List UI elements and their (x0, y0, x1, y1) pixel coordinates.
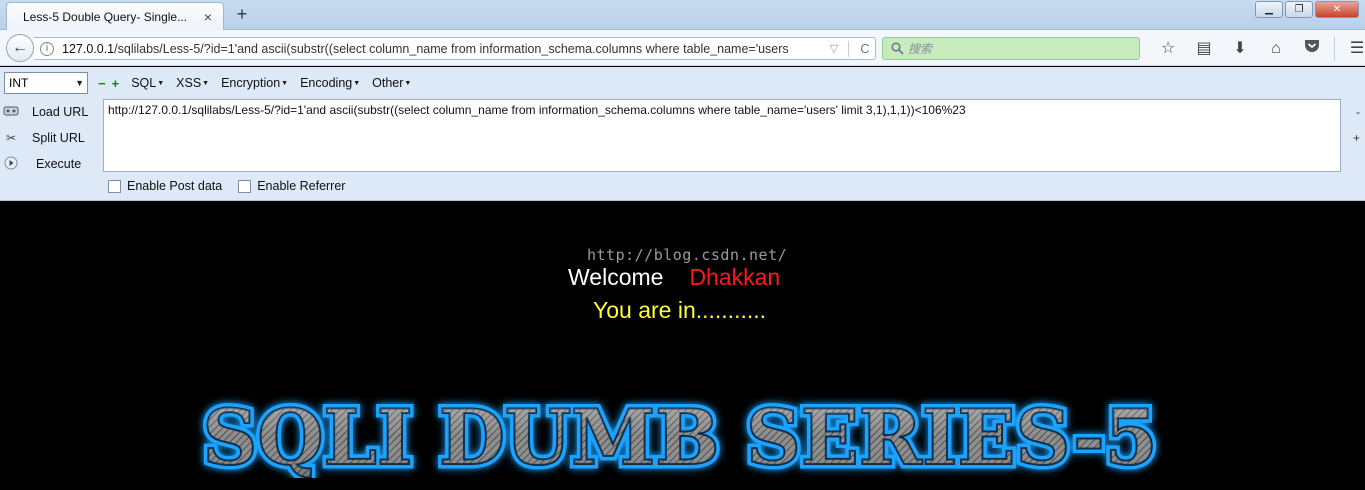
pocket-icon[interactable] (1294, 36, 1330, 62)
url-separator (848, 40, 849, 57)
expand-textarea-button[interactable]: + (1353, 131, 1360, 145)
load-url-icon (0, 105, 22, 120)
restore-button[interactable]: ❐ (1285, 1, 1313, 18)
search-bar[interactable]: 搜索 (882, 37, 1140, 60)
caret-icon: ▼ (281, 80, 289, 88)
increase-icon[interactable]: + (112, 76, 120, 91)
tab-strip: Less-5 Double Query- Single... × + ▁ ❐ ✕ (0, 0, 1365, 30)
tab-title: Less-5 Double Query- Single... (23, 9, 188, 24)
user-name: Dhakkan (689, 264, 781, 290)
decrease-icon[interactable]: − (98, 76, 106, 91)
referrer-box[interactable] (238, 179, 252, 193)
tab-less-5[interactable]: Less-5 Double Query- Single... × (6, 2, 224, 30)
site-info-icon[interactable]: i (40, 41, 54, 56)
referrer-label: Enable Referrer (257, 179, 346, 193)
menu-other[interactable]: Other▼ (372, 76, 411, 90)
minimize-button[interactable]: ▁ (1255, 1, 1283, 18)
banner-image: SQLI DUMB SERIES-5 SQLI DUMB SERIES-5 SQ… (170, 388, 1190, 479)
search-icon (891, 42, 904, 55)
reload-icon[interactable]: C (855, 41, 875, 56)
load-url-label: Load URL (32, 105, 89, 119)
window-controls: ▁ ❐ ✕ (1255, 1, 1359, 18)
chevron-down-icon: ▼ (75, 78, 84, 88)
menu-encoding-label: Encoding (300, 76, 353, 90)
navigation-bar: ← i 127.0.0.1/sqlilabs/Less-5/?id=1'and … (0, 30, 1365, 66)
banner-svg: SQLI DUMB SERIES-5 SQLI DUMB SERIES-5 SQ… (198, 389, 1162, 479)
new-tab-button[interactable]: + (232, 4, 252, 25)
enable-post-data-checkbox[interactable]: Enable Post data (108, 179, 222, 193)
type-select-value: INT (9, 76, 29, 90)
close-window-button[interactable]: ✕ (1315, 1, 1359, 18)
search-placeholder: 搜索 (908, 42, 933, 56)
page-content: http://blog.csdn.net/ Welcome Dhakkan You… (0, 202, 1365, 490)
download-icon[interactable]: ⬇ (1222, 36, 1258, 62)
post-data-label: Enable Post data (127, 179, 223, 193)
hackbar-panel: INT ▼ − + SQL▼ XSS▼ Encryption▼ Encoding… (0, 67, 1365, 201)
scissors-icon: ✂ (5, 131, 17, 145)
split-url-label: Split URL (32, 131, 85, 145)
url-bar[interactable]: i 127.0.0.1/sqlilabs/Less-5/?id=1'and as… (34, 37, 876, 60)
execute-label: Execute (36, 157, 82, 171)
toolbar-separator (1334, 37, 1335, 61)
hackbar-options: Enable Post data Enable Referrer (108, 179, 345, 193)
execute-button[interactable]: Execute (0, 151, 100, 177)
back-button[interactable]: ← (6, 34, 34, 62)
tab-close-icon[interactable]: × (201, 9, 215, 25)
menu-encoding[interactable]: Encoding▼ (300, 76, 360, 90)
menu-other-label: Other (372, 76, 404, 90)
url-dropdown-icon[interactable]: ▽ (826, 42, 842, 55)
menu-xss[interactable]: XSS▼ (176, 76, 209, 90)
menu-icon[interactable]: ☰ (1339, 36, 1365, 62)
url-host: 127.0.0.1 (62, 41, 115, 56)
banner-shine: SQLI DUMB SERIES-5 (202, 393, 1157, 478)
url-textarea[interactable]: http://127.0.0.1/sqlilabs/Less-5/?id=1'a… (103, 99, 1341, 172)
reading-list-icon[interactable]: ▤ (1186, 36, 1222, 62)
enable-referrer-checkbox[interactable]: Enable Referrer (238, 179, 345, 193)
home-icon[interactable]: ⌂ (1258, 36, 1294, 62)
post-data-box[interactable] (108, 179, 121, 193)
play-icon (0, 156, 22, 173)
menu-xss-label: XSS (176, 76, 202, 90)
shrink-textarea-button[interactable]: - (1356, 105, 1360, 119)
menu-sql[interactable]: SQL▼ (131, 76, 164, 90)
type-select[interactable]: INT ▼ (4, 72, 88, 94)
hackbar-menu: INT ▼ − + SQL▼ XSS▼ Encryption▼ Encoding… (0, 71, 1365, 95)
toolbar-icons: ☆ ▤ ⬇ ⌂ ☰ (1150, 36, 1365, 62)
hackbar-actions: Load URL ✂ Split URL Execute (0, 99, 100, 177)
welcome-line: Welcome Dhakkan (568, 264, 780, 291)
menu-encryption-label: Encryption (221, 76, 281, 90)
welcome-text: Welcome (568, 264, 664, 290)
back-arrow-icon: ← (12, 39, 28, 56)
caret-icon: ▼ (404, 80, 412, 88)
menu-encryption[interactable]: Encryption▼ (221, 76, 288, 90)
url-text[interactable]: 127.0.0.1/sqlilabs/Less-5/?id=1'and asci… (62, 42, 826, 56)
status-message: You are in........... (593, 297, 767, 323)
caret-icon: ▼ (202, 80, 210, 88)
caret-icon: ▼ (353, 80, 361, 88)
caret-icon: ▼ (157, 80, 165, 88)
split-url-button[interactable]: ✂ Split URL (0, 125, 100, 151)
watermark: http://blog.csdn.net/ (587, 246, 788, 264)
menu-sql-label: SQL (131, 76, 157, 90)
url-path: /sqlilabs/Less-5/?id=1'and ascii(substr(… (114, 41, 789, 56)
star-icon[interactable]: ☆ (1150, 36, 1186, 62)
load-url-button[interactable]: Load URL (0, 99, 100, 125)
